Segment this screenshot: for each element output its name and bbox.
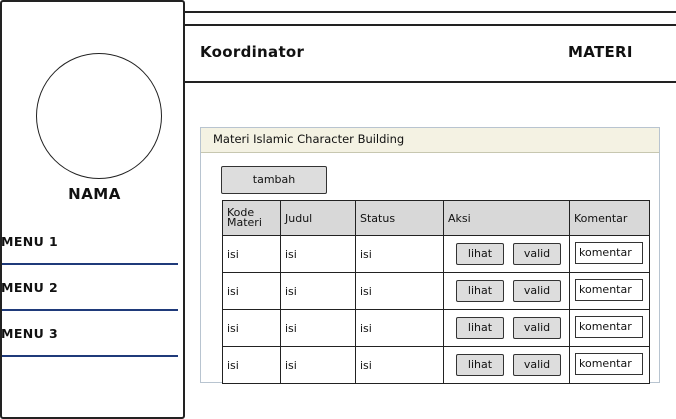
header-role: Koordinator xyxy=(200,43,305,61)
comment-input[interactable]: komentar xyxy=(575,279,643,301)
cell-komentar: komentar xyxy=(569,272,650,310)
sidebar-item-label: MENU 1 xyxy=(1,234,59,249)
table-row: isi isi isi lihat valid komentar xyxy=(222,346,650,384)
table-row: isi isi isi lihat valid komentar xyxy=(222,272,650,310)
materi-table: Kode Materi Judul Status Aksi Komentar i… xyxy=(222,200,650,384)
sidebar-item-label: MENU 2 xyxy=(1,280,59,295)
page-title: MATERI xyxy=(568,43,633,61)
cell-kode: isi xyxy=(222,346,281,384)
validate-button[interactable]: valid xyxy=(513,280,561,302)
table-row: isi isi isi lihat valid komentar xyxy=(222,235,650,273)
view-button[interactable]: lihat xyxy=(456,317,504,339)
cell-aksi: lihat valid xyxy=(443,346,570,384)
cell-status: isi xyxy=(355,346,444,384)
cell-aksi: lihat valid xyxy=(443,272,570,310)
avatar xyxy=(36,53,162,179)
cell-kode: isi xyxy=(222,272,281,310)
table-row: isi isi isi lihat valid komentar xyxy=(222,309,650,347)
column-header-komentar: Komentar xyxy=(569,200,650,236)
comment-input[interactable]: komentar xyxy=(575,353,643,375)
validate-button[interactable]: valid xyxy=(513,243,561,265)
header-top-border xyxy=(185,24,676,26)
cell-status: isi xyxy=(355,272,444,310)
cell-aksi: lihat valid xyxy=(443,235,570,273)
add-materi-button[interactable]: tambah xyxy=(221,166,327,194)
cell-status: isi xyxy=(355,235,444,273)
user-name: NAMA xyxy=(68,185,121,203)
column-header-status: Status xyxy=(355,200,444,236)
top-border xyxy=(185,11,676,13)
menu-divider xyxy=(2,355,178,357)
menu-divider xyxy=(2,263,178,265)
comment-input[interactable]: komentar xyxy=(575,242,643,264)
cell-kode: isi xyxy=(222,235,281,273)
sidebar: NAMA MENU 1 MENU 2 MENU 3 xyxy=(0,0,185,419)
header-bottom-border xyxy=(185,81,676,83)
view-button[interactable]: lihat xyxy=(456,243,504,265)
cell-komentar: komentar xyxy=(569,235,650,273)
column-header-kode: Kode Materi xyxy=(222,200,281,236)
cell-kode: isi xyxy=(222,309,281,347)
column-header-judul: Judul xyxy=(280,200,356,236)
comment-input[interactable]: komentar xyxy=(575,316,643,338)
table-header-row: Kode Materi Judul Status Aksi Komentar xyxy=(222,200,650,236)
view-button[interactable]: lihat xyxy=(456,354,504,376)
validate-button[interactable]: valid xyxy=(513,354,561,376)
panel-header: Materi Islamic Character Building xyxy=(201,128,659,153)
cell-judul: isi xyxy=(280,346,356,384)
cell-judul: isi xyxy=(280,272,356,310)
menu-divider xyxy=(2,309,178,311)
view-button[interactable]: lihat xyxy=(456,280,504,302)
column-header-aksi: Aksi xyxy=(443,200,570,236)
cell-judul: isi xyxy=(280,309,356,347)
cell-komentar: komentar xyxy=(569,309,650,347)
cell-komentar: komentar xyxy=(569,346,650,384)
cell-aksi: lihat valid xyxy=(443,309,570,347)
cell-judul: isi xyxy=(280,235,356,273)
cell-status: isi xyxy=(355,309,444,347)
sidebar-item-label: MENU 3 xyxy=(1,326,59,341)
panel-title: Materi Islamic Character Building xyxy=(213,132,405,146)
validate-button[interactable]: valid xyxy=(513,317,561,339)
